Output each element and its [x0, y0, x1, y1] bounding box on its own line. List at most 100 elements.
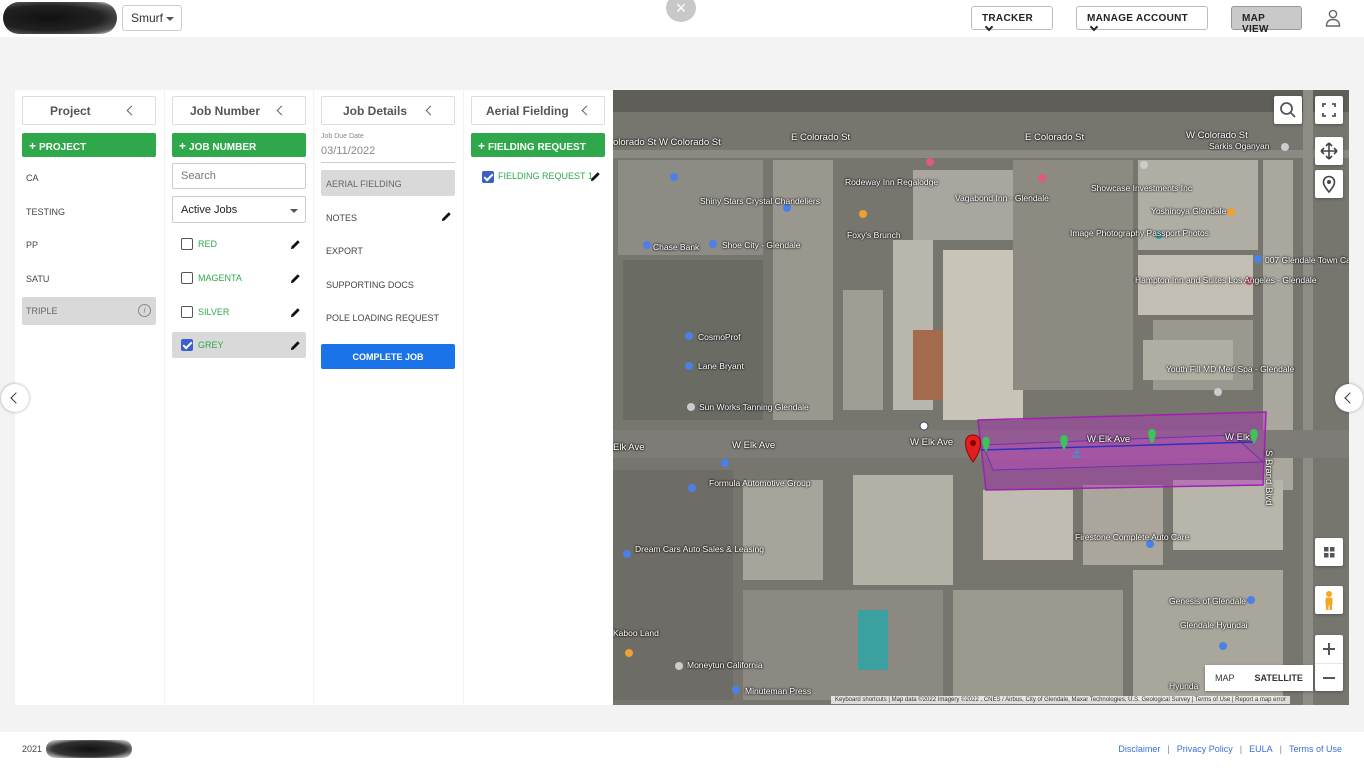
map-label-street: Elk Ave [613, 442, 645, 453]
street-view-button[interactable] [1315, 586, 1343, 614]
project-title: Project [50, 104, 91, 118]
job-number-header: Job Number [172, 96, 306, 125]
right-collapse-arrow[interactable] [1335, 384, 1363, 412]
map-label-poi: Formula Automotive Group [709, 478, 811, 488]
map-attribution[interactable]: Keyboard shortcuts | Map data ©2022 Imag… [831, 696, 1290, 704]
add-project-label: PROJECT [39, 142, 87, 153]
due-date-field[interactable]: 03/11/2022 [321, 145, 455, 163]
job-search-input[interactable]: Search [172, 163, 306, 189]
edit-pencil-icon[interactable] [290, 273, 301, 284]
job-checkbox-checked[interactable] [181, 339, 193, 351]
detail-supporting-docs[interactable]: SUPPORTING DOCS [321, 271, 455, 297]
fielding-request-label[interactable]: FIELDING REQUEST 1 [498, 171, 593, 181]
user-icon[interactable] [1325, 9, 1341, 27]
map-label-street: W Elk [1225, 432, 1250, 443]
map-type-map-button[interactable]: MAP [1205, 665, 1245, 691]
add-job-number-label: JOB NUMBER [189, 142, 257, 153]
project-item-label: PP [26, 240, 39, 250]
zoom-in-button[interactable] [1315, 635, 1343, 663]
organization-select-value: Smurf [131, 11, 164, 25]
left-collapse-arrow[interactable] [1, 384, 29, 412]
detail-aerial-fielding[interactable]: AERIAL FIELDING [321, 170, 455, 196]
collapse-chevron-icon[interactable] [425, 105, 436, 116]
map-label-street: W Elk Ave [910, 437, 954, 448]
map-label-poi: Image Photography Passport Photos [1070, 228, 1209, 238]
project-item-label: CA [26, 173, 39, 183]
project-item-satu[interactable]: SATU [22, 265, 156, 293]
job-label: GREY [198, 340, 224, 350]
close-button[interactable]: × [666, 0, 696, 22]
job-checkbox[interactable] [181, 272, 193, 284]
link-separator: | [1167, 744, 1170, 754]
map-layers-button[interactable] [1315, 538, 1343, 566]
map-label-poi: Youth Fill MD Med Spa - Glendale [1166, 364, 1295, 374]
disclaimer-link[interactable]: Disclaimer [1118, 744, 1160, 754]
job-label: RED [198, 239, 218, 249]
job-row-silver[interactable]: SILVER [172, 299, 306, 325]
job-checkbox[interactable] [181, 306, 193, 318]
aerial-fielding-column: Aerial Fielding + FIELDING REQUEST FIELDI… [464, 90, 613, 705]
move-icon [1320, 142, 1338, 160]
add-fielding-request-button[interactable]: + FIELDING REQUEST [471, 133, 605, 157]
manage-account-button[interactable]: MANAGE ACCOUNT [1076, 6, 1208, 32]
plus-icon: + [29, 139, 37, 153]
add-fielding-request-label: FIELDING REQUEST [488, 142, 586, 153]
tracker-button[interactable]: TRACKER [971, 6, 1053, 32]
job-row-magenta[interactable]: MAGENTA [172, 265, 306, 291]
job-row-grey[interactable]: GREY [172, 332, 306, 358]
fullscreen-button[interactable] [1315, 96, 1343, 124]
edit-pencil-icon[interactable] [590, 171, 601, 182]
project-item-testing[interactable]: TESTING [22, 198, 156, 226]
fullscreen-icon [1322, 103, 1336, 117]
edit-pencil-icon[interactable] [441, 211, 452, 222]
edit-pencil-icon[interactable] [290, 307, 301, 318]
add-job-number-button[interactable]: + JOB NUMBER [172, 133, 306, 157]
map-type-toggle: MAP SATELLITE [1205, 665, 1313, 691]
map-label-poi: Minuteman Press [745, 686, 812, 696]
collapse-chevron-icon[interactable] [581, 105, 592, 116]
complete-job-button[interactable]: COMPLETE JOB [321, 344, 455, 369]
collapse-chevron-icon[interactable] [276, 105, 287, 116]
job-filter-select[interactable]: Active Jobs [172, 196, 306, 223]
job-row-red[interactable]: RED [172, 231, 306, 257]
job-label: MAGENTA [198, 273, 242, 283]
zoom-out-button[interactable] [1315, 663, 1343, 691]
project-item-pp[interactable]: PP [22, 231, 156, 259]
map-label-street: W Elk Ave [1087, 434, 1131, 445]
project-item-triple[interactable]: TRIPLE i [22, 297, 156, 325]
detail-export[interactable]: EXPORT [321, 237, 455, 263]
privacy-policy-link[interactable]: Privacy Policy [1177, 744, 1233, 754]
job-search-placeholder: Search [181, 170, 216, 182]
map-label-poi: Showcase Investments Inc [1091, 183, 1193, 193]
map-label-poi: Hyunda [1169, 681, 1199, 691]
map-search-button[interactable] [1274, 96, 1302, 124]
job-checkbox[interactable] [181, 238, 193, 250]
add-project-button[interactable]: + PROJECT [22, 133, 156, 157]
info-icon[interactable]: i [138, 304, 151, 317]
copyright-year: 2021 [22, 744, 43, 754]
svg-text:⚓: ⚓ [1071, 447, 1083, 462]
close-icon: × [675, 0, 687, 18]
aerial-fielding-title: Aerial Fielding [486, 104, 569, 118]
fielding-request-checkbox[interactable] [482, 171, 494, 183]
location-pin-icon [1322, 175, 1336, 194]
satellite-map[interactable]: ⚓ olorado St W Colorado St E Colorado St… [613, 90, 1349, 705]
footer-links: Disclaimer | Privacy Policy | EULA | Terms of … [1118, 744, 1342, 754]
location-pin-button[interactable] [1315, 170, 1343, 198]
collapse-chevron-icon[interactable] [126, 105, 137, 116]
map-type-satellite-button[interactable]: SATELLITE [1245, 665, 1313, 691]
project-item-ca[interactable]: CA [22, 164, 156, 192]
terms-of-use-link[interactable]: Terms of Use [1289, 744, 1342, 754]
job-details-header: Job Details [321, 96, 455, 125]
edit-pencil-icon[interactable] [290, 340, 301, 351]
map-label-poi: Sun Works Tanning Glendale [699, 402, 809, 412]
map-label-poi: Yoshinoya Glendale [1151, 206, 1227, 216]
eula-link[interactable]: EULA [1249, 744, 1273, 754]
detail-notes[interactable]: NOTES [321, 204, 455, 230]
detail-pole-loading-request[interactable]: POLE LOADING REQUEST [321, 304, 455, 330]
pan-button[interactable] [1315, 137, 1343, 165]
edit-pencil-icon[interactable] [290, 239, 301, 250]
organization-select[interactable]: Smurf [122, 5, 182, 31]
map-view-button[interactable]: MAP VIEW [1231, 6, 1302, 35]
detail-item-label: NOTES [326, 213, 358, 223]
